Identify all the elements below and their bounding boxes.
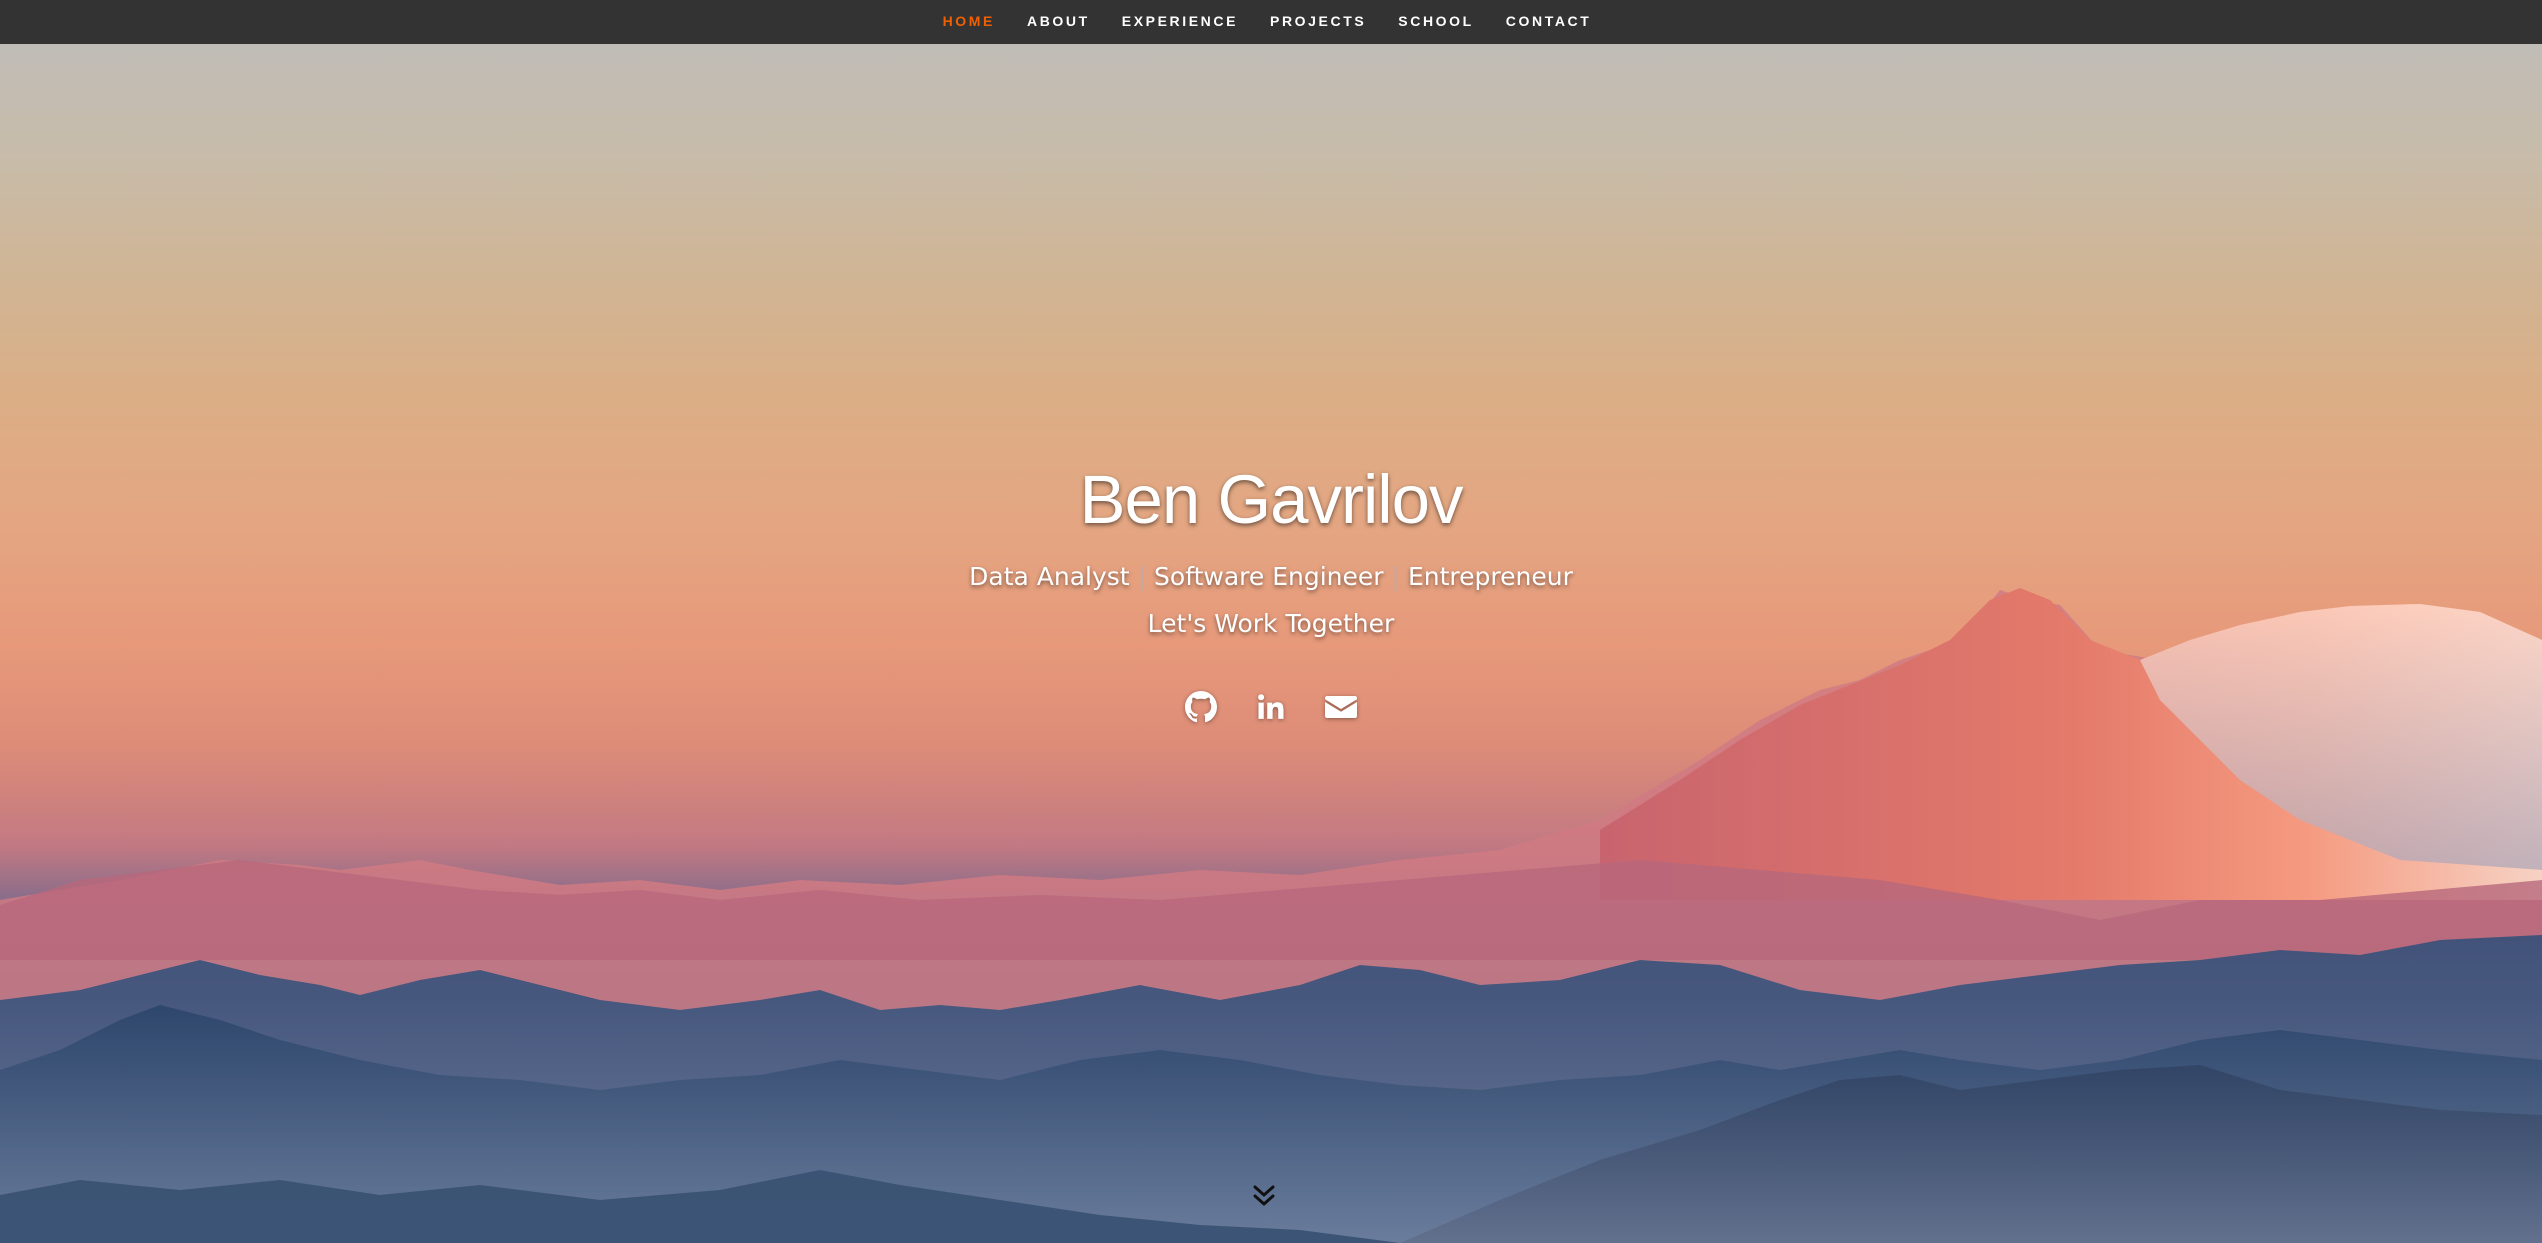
nav-item-experience[interactable]: EXPERIENCE — [1122, 13, 1238, 29]
double-chevron-down-icon — [1253, 1185, 1275, 1206]
role-software-engineer: Software Engineer — [1154, 562, 1384, 591]
page: HOME ABOUT EXPERIENCE PROJECTS SCHOOL CO… — [0, 0, 2542, 1243]
social-links — [0, 690, 2542, 724]
role-entrepreneur: Entrepreneur — [1407, 562, 1573, 591]
nav-item-home[interactable]: HOME — [943, 13, 995, 29]
hero-name: Ben Gavrilov — [1079, 461, 1464, 538]
github-link[interactable] — [1184, 690, 1218, 724]
envelope-icon — [1325, 696, 1357, 718]
hero-roles: Data Analyst | Software Engineer | Entrepren… — [0, 557, 2542, 597]
hero-cta: Let's Work Together — [1147, 609, 1395, 638]
nav-item-school[interactable]: SCHOOL — [1398, 13, 1474, 29]
role-separator: | — [1391, 562, 1400, 591]
nav-item-about[interactable]: ABOUT — [1027, 13, 1090, 29]
top-navbar: HOME ABOUT EXPERIENCE PROJECTS SCHOOL CO… — [0, 0, 2542, 44]
role-data-analyst: Data Analyst — [969, 562, 1130, 591]
nav-item-projects[interactable]: PROJECTS — [1270, 13, 1366, 29]
scroll-down-button[interactable] — [1252, 1184, 1276, 1210]
linkedin-link[interactable] — [1254, 690, 1288, 724]
nav-menu: HOME ABOUT EXPERIENCE PROJECTS SCHOOL CO… — [927, 13, 1608, 31]
email-link[interactable] — [1324, 690, 1358, 724]
hero-banner: Ben Gavrilov Data Analyst | Software Engin… — [0, 455, 2542, 724]
github-icon — [1185, 691, 1217, 723]
nav-item-contact[interactable]: CONTACT — [1506, 13, 1592, 29]
role-separator: | — [1137, 562, 1147, 591]
linkedin-icon — [1258, 694, 1284, 719]
